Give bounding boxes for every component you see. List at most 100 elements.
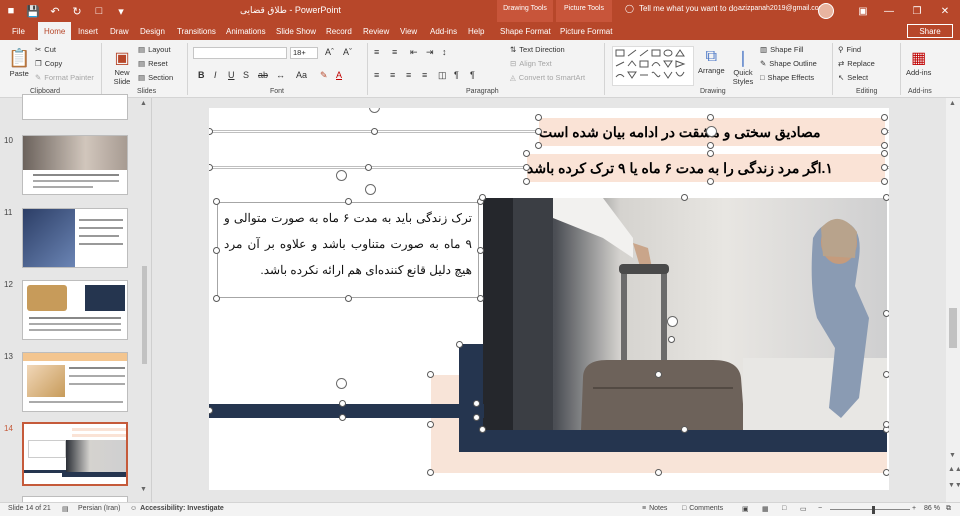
scroll-up-icon[interactable]: ▲ xyxy=(949,100,956,107)
align-text-button[interactable]: ⊟ Align Text xyxy=(510,59,552,68)
account-email[interactable]: azizpanah2019@gmail.com xyxy=(738,5,825,12)
resize-handle[interactable] xyxy=(427,421,434,428)
customize-qat-icon[interactable]: ▾ xyxy=(110,0,132,22)
thumbnail-scrollbar[interactable]: ▲ ▼ xyxy=(140,100,148,494)
char-spacing-icon[interactable]: ↔ xyxy=(276,70,285,80)
line-spacing-icon[interactable]: ↕ xyxy=(442,47,447,57)
resize-handle[interactable] xyxy=(535,114,542,121)
slide[interactable]: مصادیق سختی و مشقت در ادامه بیان شده است… xyxy=(209,108,889,490)
present-icon[interactable]: □ xyxy=(88,0,110,22)
justify-icon[interactable]: ≡ xyxy=(422,70,427,80)
shape-effects-button[interactable]: □ Shape Effects xyxy=(760,73,814,82)
resize-handle[interactable] xyxy=(477,295,484,302)
vertical-scrollbar[interactable]: ▲ ▼ ▲▲ ▼▼ xyxy=(946,98,960,502)
font-name-box[interactable] xyxy=(193,47,287,59)
change-case-icon[interactable]: Aa xyxy=(296,70,307,80)
thumbnail-slide-9[interactable] xyxy=(22,94,128,120)
grow-font-icon[interactable]: Aˆ xyxy=(325,47,334,57)
addins-button[interactable]: ▦ Add-ins xyxy=(906,48,931,77)
columns-icon[interactable]: ◫ xyxy=(438,70,447,81)
tab-help[interactable]: Help xyxy=(468,22,484,40)
resize-handle[interactable] xyxy=(456,341,463,348)
ltr-icon[interactable]: ¶ xyxy=(470,70,475,80)
fit-slide-icon[interactable]: ⧉ xyxy=(946,505,951,513)
redo-icon[interactable]: ↻ xyxy=(66,0,88,22)
resize-handle[interactable] xyxy=(883,310,889,317)
previous-slide-icon[interactable]: ▲▲ xyxy=(948,466,960,473)
normal-view-icon[interactable]: ▣ xyxy=(742,505,749,513)
shapes-gallery[interactable] xyxy=(612,46,694,86)
spellcheck-icon[interactable]: ▤ xyxy=(62,505,69,513)
slide-photo[interactable] xyxy=(483,198,887,430)
resize-handle[interactable] xyxy=(881,150,888,157)
tab-view[interactable]: View xyxy=(400,22,417,40)
navy-band[interactable] xyxy=(459,430,887,452)
undo-icon[interactable]: ↶ xyxy=(44,0,66,22)
resize-handle[interactable] xyxy=(345,198,352,205)
scroll-up-icon[interactable]: ▲ xyxy=(140,100,147,107)
autosave-icon[interactable]: ■ xyxy=(0,0,22,22)
font-size-box[interactable]: 18+ xyxy=(290,47,318,59)
tab-home[interactable]: Home xyxy=(38,22,72,40)
restore-icon[interactable]: ❐ xyxy=(904,0,930,22)
scroll-thumb[interactable] xyxy=(949,308,957,348)
resize-handle[interactable] xyxy=(371,128,378,135)
copy-button[interactable]: ❐ Copy xyxy=(35,59,62,68)
tab-design[interactable]: Design xyxy=(140,22,165,40)
avatar[interactable] xyxy=(818,3,834,19)
resize-handle[interactable] xyxy=(209,128,213,135)
align-center-icon[interactable]: ≡ xyxy=(390,70,395,80)
resize-handle[interactable] xyxy=(881,178,888,185)
resize-handle[interactable] xyxy=(213,295,220,302)
tab-insert[interactable]: Insert xyxy=(78,22,98,40)
next-slide-icon[interactable]: ▼▼ xyxy=(948,482,960,489)
thumbnail-slide-12[interactable] xyxy=(22,280,128,340)
resize-handle[interactable] xyxy=(339,400,346,407)
cut-button[interactable]: ✂ Cut xyxy=(35,45,56,54)
zoom-slider-thumb[interactable] xyxy=(872,506,875,514)
zoom-level[interactable]: 86 % xyxy=(924,505,940,512)
italic-icon[interactable]: I xyxy=(214,70,217,80)
rotate-handle[interactable] xyxy=(336,170,347,181)
resize-handle[interactable] xyxy=(427,371,434,378)
resize-handle[interactable] xyxy=(477,247,484,254)
slide-sorter-icon[interactable]: ▦ xyxy=(762,505,769,513)
thumbnail-slide-11[interactable] xyxy=(22,208,128,268)
notes-button[interactable]: ≡ Notes xyxy=(642,505,667,512)
resize-handle[interactable] xyxy=(707,150,714,157)
tab-review[interactable]: Review xyxy=(363,22,389,40)
resize-handle[interactable] xyxy=(523,178,530,185)
resize-handle[interactable] xyxy=(668,336,675,343)
resize-handle[interactable] xyxy=(523,150,530,157)
paste-button[interactable]: 📋 Paste xyxy=(8,48,30,78)
minimize-icon[interactable]: — xyxy=(876,0,902,22)
thumbnail-scroll-thumb[interactable] xyxy=(142,266,147,364)
tab-transitions[interactable]: Transitions xyxy=(177,22,216,40)
close-icon[interactable]: ✕ xyxy=(932,0,958,22)
rotate-handle[interactable] xyxy=(667,316,678,327)
resize-handle[interactable] xyxy=(655,469,662,476)
shape-outline-button[interactable]: ✎ Shape Outline xyxy=(760,59,817,68)
resize-handle[interactable] xyxy=(213,198,220,205)
resize-handle[interactable] xyxy=(681,426,688,433)
resize-handle[interactable] xyxy=(535,128,542,135)
resize-handle[interactable] xyxy=(473,400,480,407)
quick-styles-button[interactable]: ❘ Quick Styles xyxy=(728,48,758,86)
arrange-button[interactable]: ⧉ Arrange xyxy=(698,48,725,75)
reading-view-icon[interactable]: □ xyxy=(782,505,786,512)
tab-file[interactable]: File xyxy=(12,22,25,40)
font-color-icon[interactable]: A xyxy=(336,70,342,80)
rotate-handle[interactable] xyxy=(365,184,376,195)
resize-handle[interactable] xyxy=(365,164,372,171)
scroll-down-icon[interactable]: ▼ xyxy=(949,452,956,459)
resize-handle[interactable] xyxy=(523,164,530,171)
resize-handle[interactable] xyxy=(707,178,714,185)
body-text-box[interactable]: ترک زندگی باید به مدت ۶ ماه به صورت متوا… xyxy=(217,202,479,298)
resize-handle[interactable] xyxy=(479,426,486,433)
resize-handle[interactable] xyxy=(883,421,889,428)
resize-handle[interactable] xyxy=(881,164,888,171)
resize-handle[interactable] xyxy=(681,194,688,201)
strikethrough-icon[interactable]: ab xyxy=(258,70,268,80)
resize-handle[interactable] xyxy=(881,128,888,135)
resize-handle[interactable] xyxy=(209,164,213,171)
